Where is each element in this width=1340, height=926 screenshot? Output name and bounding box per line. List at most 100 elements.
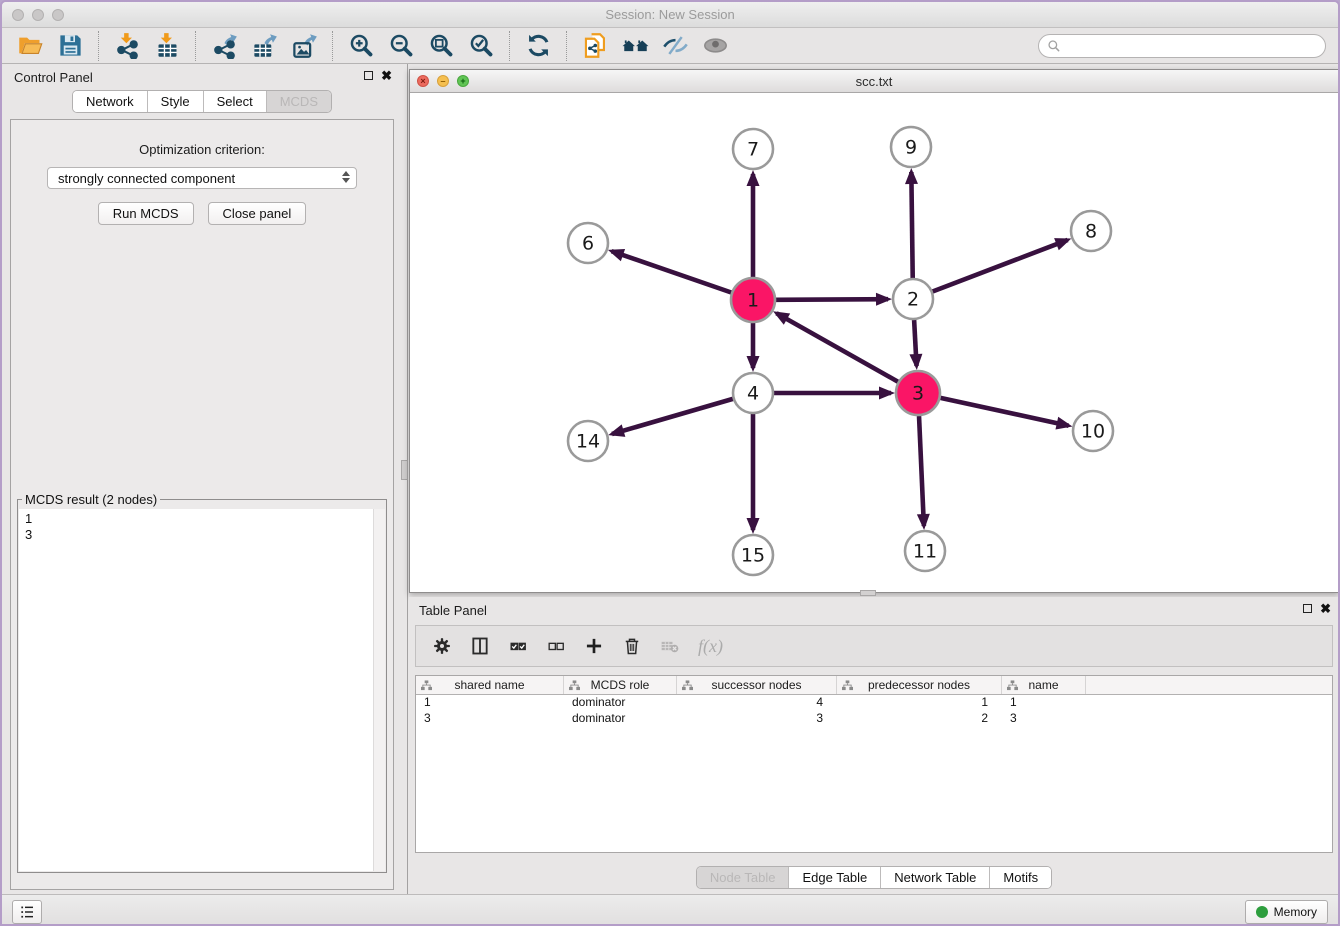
- table-panel-title: Table Panel: [419, 603, 487, 618]
- tab-node-table[interactable]: Node Table: [697, 867, 789, 888]
- table-cell[interactable]: 1: [1002, 695, 1086, 711]
- table-cell[interactable]: 3: [677, 711, 837, 727]
- edge-3-10[interactable]: [940, 398, 1068, 426]
- column-header-successor-nodes[interactable]: successor nodes: [677, 676, 837, 694]
- main-toolbar: [2, 28, 1338, 64]
- memory-button[interactable]: Memory: [1245, 900, 1328, 924]
- table-options-gear-icon[interactable]: [432, 636, 452, 656]
- node-label-1: 1: [747, 290, 759, 312]
- close-panel-icon[interactable]: ✖: [381, 70, 392, 81]
- network-window-titlebar[interactable]: × – + scc.txt: [410, 70, 1338, 93]
- tab-mcds[interactable]: MCDS: [266, 91, 331, 112]
- search-field[interactable]: [1038, 34, 1326, 58]
- column-header-shared-name[interactable]: shared name: [416, 676, 564, 694]
- deselect-all-columns-icon[interactable]: [546, 636, 566, 656]
- criterion-select-value: strongly connected component: [58, 171, 235, 186]
- mcds-panel: Optimization criterion: strongly connect…: [10, 119, 394, 890]
- optimization-criterion-label: Optimization criterion:: [11, 142, 393, 157]
- window-title: Session: New Session: [2, 7, 1338, 22]
- tab-select[interactable]: Select: [203, 91, 266, 112]
- delete-column-trash-icon[interactable]: [622, 636, 642, 656]
- zoom-selected-icon[interactable]: [461, 30, 501, 62]
- zoom-fit-icon[interactable]: [421, 30, 461, 62]
- zoom-out-icon[interactable]: [381, 30, 421, 62]
- column-header-predecessor-nodes[interactable]: predecessor nodes: [837, 676, 1002, 694]
- home-icon[interactable]: [615, 30, 655, 62]
- float-table-panel-icon[interactable]: [1303, 604, 1312, 613]
- table-cell[interactable]: dominator: [564, 695, 677, 711]
- close-panel-button[interactable]: Close panel: [208, 202, 307, 225]
- show-all-eye-icon[interactable]: [695, 30, 735, 62]
- task-list-icon: [19, 904, 35, 920]
- table-cell[interactable]: 3: [416, 711, 564, 727]
- task-history-button[interactable]: [12, 900, 42, 924]
- panel-splitter[interactable]: [401, 64, 409, 894]
- select-all-columns-icon[interactable]: [508, 636, 528, 656]
- save-session-icon[interactable]: [50, 30, 90, 62]
- edge-2-3[interactable]: [914, 320, 916, 366]
- memory-label: Memory: [1274, 905, 1317, 919]
- node-label-4: 4: [747, 383, 759, 405]
- node-label-10: 10: [1081, 421, 1105, 443]
- import-network-icon[interactable]: [107, 30, 147, 62]
- edge-3-1[interactable]: [777, 313, 898, 381]
- toolbar-separator: [195, 31, 196, 61]
- edge-2-8[interactable]: [933, 240, 1068, 292]
- column-header-mcds-role[interactable]: MCDS role: [564, 676, 677, 694]
- splitter-handle[interactable]: [401, 460, 408, 480]
- horizontal-splitter-handle[interactable]: [860, 590, 876, 596]
- edge-3-11[interactable]: [919, 416, 924, 526]
- float-panel-icon[interactable]: [364, 71, 373, 80]
- search-input[interactable]: [1061, 39, 1325, 53]
- add-column-icon[interactable]: [584, 636, 604, 656]
- tab-style[interactable]: Style: [147, 91, 203, 112]
- export-table-icon[interactable]: [244, 30, 284, 62]
- edge-2-9[interactable]: [911, 172, 912, 278]
- select-stepper-icon: [342, 171, 350, 183]
- node-table-body: 1dominator4113dominator323: [416, 695, 1332, 727]
- table-row[interactable]: 3dominator323: [416, 711, 1332, 727]
- table-panel: Table Panel ✖: [409, 597, 1339, 890]
- table-cell[interactable]: dominator: [564, 711, 677, 727]
- toolbar-separator: [509, 31, 510, 61]
- node-label-11: 11: [913, 541, 937, 563]
- open-session-icon[interactable]: [10, 30, 50, 62]
- table-row[interactable]: 1dominator411: [416, 695, 1332, 711]
- criterion-select[interactable]: strongly connected component: [47, 167, 357, 189]
- refresh-icon[interactable]: [518, 30, 558, 62]
- show-columns-icon[interactable]: [470, 636, 490, 656]
- tab-network[interactable]: Network: [73, 91, 147, 112]
- run-mcds-button[interactable]: Run MCDS: [98, 202, 194, 225]
- table-cell[interactable]: 1: [416, 695, 564, 711]
- mcds-result-list[interactable]: 1 3: [19, 509, 385, 871]
- table-cell[interactable]: 2: [837, 711, 1002, 727]
- edge-1-2[interactable]: [776, 299, 888, 300]
- table-cell[interactable]: 3: [1002, 711, 1086, 727]
- toolbar-separator: [332, 31, 333, 61]
- edge-4-14[interactable]: [612, 399, 733, 434]
- mcds-result-title: MCDS result (2 nodes): [22, 492, 160, 507]
- export-network-icon[interactable]: [204, 30, 244, 62]
- network-canvas-svg: 7968124314101511: [410, 93, 1338, 592]
- tab-network-table[interactable]: Network Table: [880, 867, 989, 888]
- import-table-icon[interactable]: [147, 30, 187, 62]
- close-table-panel-icon[interactable]: ✖: [1320, 603, 1331, 614]
- toolbar-separator: [566, 31, 567, 61]
- mcds-result-lines: 1 3: [19, 509, 385, 545]
- node-label-15: 15: [741, 545, 765, 567]
- tab-motifs[interactable]: Motifs: [989, 867, 1051, 888]
- hide-selected-eye-icon[interactable]: [655, 30, 695, 62]
- control-tabs: NetworkStyleSelectMCDS: [72, 90, 332, 113]
- zoom-in-icon[interactable]: [341, 30, 381, 62]
- table-cell[interactable]: 4: [677, 695, 837, 711]
- edge-1-6[interactable]: [612, 251, 732, 292]
- first-neighbors-icon[interactable]: [575, 30, 615, 62]
- table-cell[interactable]: 1: [837, 695, 1002, 711]
- column-header-name[interactable]: name: [1002, 676, 1086, 694]
- network-canvas[interactable]: 7968124314101511: [410, 93, 1338, 592]
- window-titlebar: Session: New Session: [2, 2, 1338, 28]
- export-image-icon[interactable]: [284, 30, 324, 62]
- tab-edge-table[interactable]: Edge Table: [788, 867, 880, 888]
- search-icon: [1047, 39, 1061, 53]
- result-scrollbar[interactable]: [373, 509, 385, 871]
